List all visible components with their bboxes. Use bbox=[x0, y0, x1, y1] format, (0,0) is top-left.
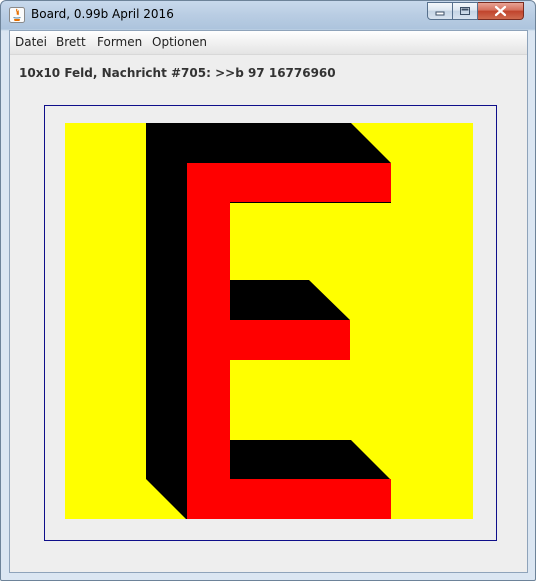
menu-datei[interactable]: Datei bbox=[15, 35, 47, 49]
minimize-icon bbox=[435, 11, 445, 16]
status-message: 10x10 Feld, Nachricht #705: >>b 97 16776… bbox=[19, 66, 336, 80]
close-icon bbox=[494, 5, 507, 17]
maximize-icon bbox=[460, 7, 470, 15]
board-canvas[interactable] bbox=[45, 106, 496, 540]
menu-bar: Datei Brett Formen Optionen bbox=[10, 31, 527, 55]
menu-formen[interactable]: Formen bbox=[97, 35, 142, 49]
window-title: Board, 0.99b April 2016 bbox=[31, 7, 174, 21]
menu-optionen[interactable]: Optionen bbox=[152, 35, 207, 49]
java-cup-icon[interactable] bbox=[9, 7, 25, 23]
application-window: Board, 0.99b April 2016 Datei Brett Form… bbox=[0, 0, 536, 581]
menu-brett[interactable]: Brett bbox=[56, 35, 86, 49]
title-bar[interactable]: Board, 0.99b April 2016 bbox=[1, 1, 535, 30]
close-button[interactable] bbox=[478, 2, 524, 20]
maximize-button[interactable] bbox=[453, 2, 478, 20]
client-area: Datei Brett Formen Optionen 10x10 Feld, … bbox=[9, 30, 528, 573]
board-frame bbox=[44, 105, 497, 541]
minimize-button[interactable] bbox=[427, 2, 453, 20]
